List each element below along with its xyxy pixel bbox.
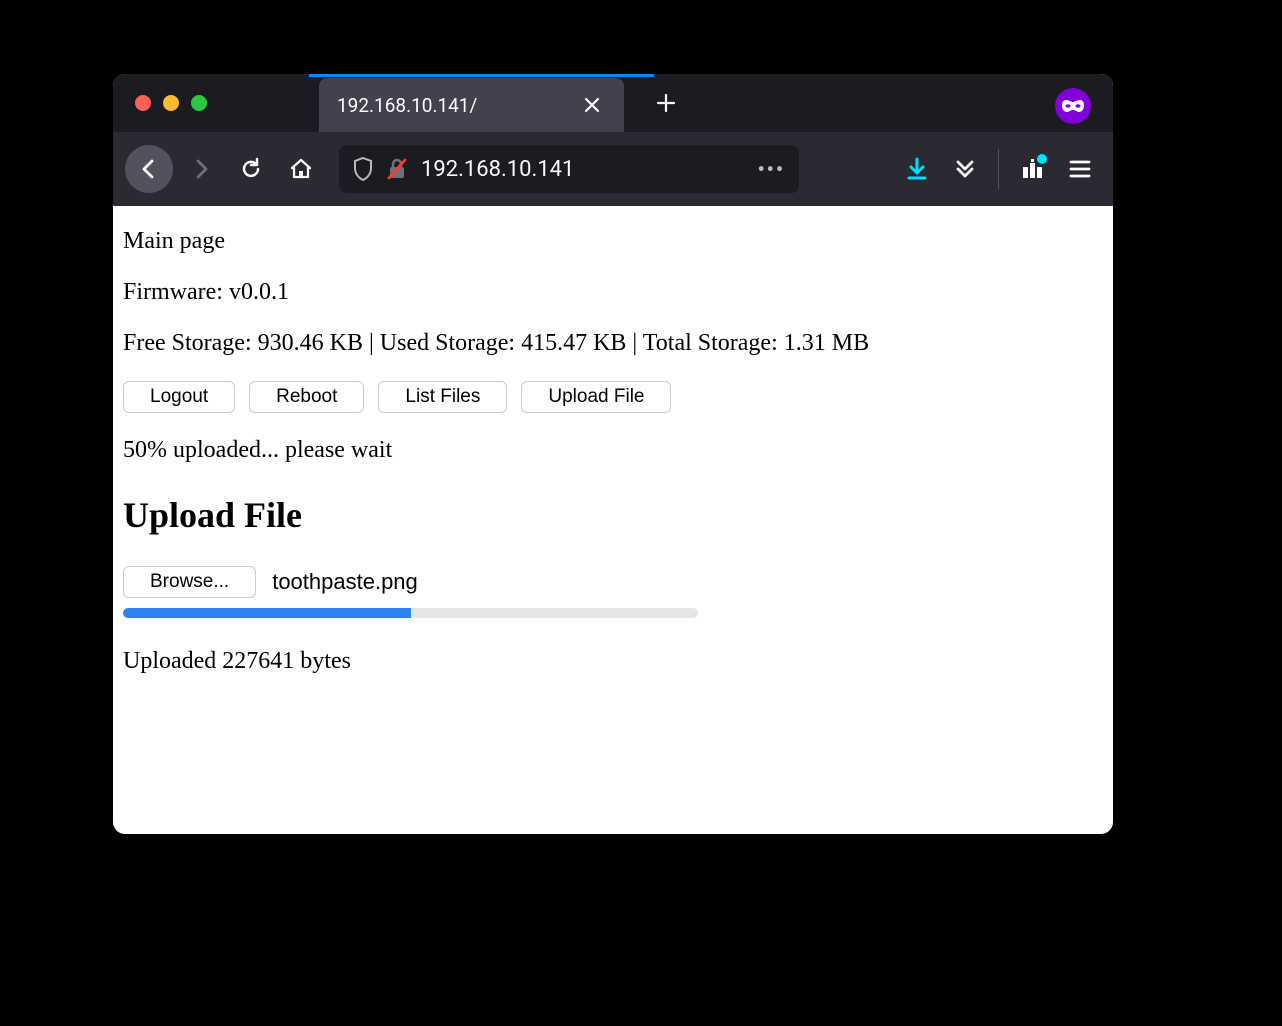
upload-heading: Upload File bbox=[123, 494, 1103, 536]
reboot-button[interactable]: Reboot bbox=[249, 381, 364, 413]
overflow-button[interactable] bbox=[944, 148, 986, 190]
home-button[interactable] bbox=[279, 147, 323, 191]
toolbar-divider bbox=[998, 149, 999, 189]
upload-file-button[interactable]: Upload File bbox=[521, 381, 671, 413]
browser-toolbar: 192.168.10.141 ••• bbox=[113, 132, 1113, 206]
reload-button[interactable] bbox=[229, 147, 273, 191]
firmware-line: Firmware: v0.0.1 bbox=[123, 279, 1103, 306]
file-picker-row: Browse... toothpaste.png bbox=[123, 566, 1103, 598]
storage-line: Free Storage: 930.46 KB | Used Storage: … bbox=[123, 330, 1103, 357]
close-tab-button[interactable] bbox=[578, 91, 606, 119]
minimize-window-button[interactable] bbox=[163, 95, 179, 111]
tab-bar: 192.168.10.141/ bbox=[113, 74, 1113, 132]
notification-dot-icon bbox=[1037, 154, 1047, 164]
upload-status: 50% uploaded... please wait bbox=[123, 437, 1103, 464]
downloads-button[interactable] bbox=[896, 148, 938, 190]
logout-button[interactable]: Logout bbox=[123, 381, 235, 413]
back-button[interactable] bbox=[125, 145, 173, 193]
page-title: Main page bbox=[123, 228, 1103, 255]
selected-file-name: toothpaste.png bbox=[272, 569, 418, 595]
close-window-button[interactable] bbox=[135, 95, 151, 111]
upload-progress-bar bbox=[123, 608, 698, 618]
address-bar[interactable]: 192.168.10.141 ••• bbox=[339, 145, 799, 193]
uploaded-bytes-line: Uploaded 227641 bytes bbox=[123, 648, 1103, 675]
window-controls bbox=[135, 95, 207, 111]
url-text: 192.168.10.141 bbox=[421, 157, 743, 182]
private-browsing-icon bbox=[1055, 88, 1091, 124]
tab-title: 192.168.10.141/ bbox=[337, 94, 558, 117]
action-button-row: Logout Reboot List Files Upload File bbox=[123, 381, 1103, 413]
insecure-connection-icon[interactable] bbox=[387, 158, 407, 180]
tab-loading-indicator bbox=[309, 74, 654, 77]
page-content: Main page Firmware: v0.0.1 Free Storage:… bbox=[113, 206, 1113, 713]
forward-button[interactable] bbox=[179, 147, 223, 191]
maximize-window-button[interactable] bbox=[191, 95, 207, 111]
list-files-button[interactable]: List Files bbox=[378, 381, 507, 413]
new-tab-button[interactable] bbox=[652, 89, 680, 117]
browser-window: 192.168.10.141/ bbox=[113, 74, 1113, 834]
page-actions-button[interactable]: ••• bbox=[757, 157, 785, 181]
menu-button[interactable] bbox=[1059, 148, 1101, 190]
browser-tab[interactable]: 192.168.10.141/ bbox=[319, 78, 624, 132]
browse-button[interactable]: Browse... bbox=[123, 566, 256, 598]
shield-icon[interactable] bbox=[353, 157, 373, 181]
upload-progress-fill bbox=[123, 608, 411, 618]
extensions-button[interactable] bbox=[1011, 148, 1053, 190]
